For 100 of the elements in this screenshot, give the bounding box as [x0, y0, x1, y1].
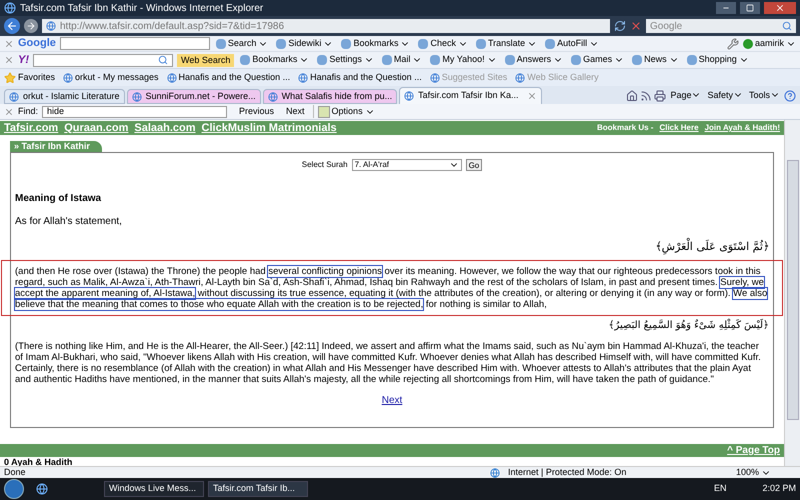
toolbar-button[interactable]: Bookmarks [238, 53, 312, 67]
yahoo-logo: Y! [18, 52, 29, 68]
paragraph: (There is nothing like Him, and He is the All-Hearer, the All-Seer.) [42:11] Indeed, we assert and affirm what the Imams said, such as Nu`aym bin Hammad Al-Khuza'i, the teacher of Imam Al-Bukhari, who said, "Whoever likens Allah with His creation, will have committed Kufr. Whoever denies what Allah has described Himself with, will have committed Kufr. Certainly, there is no resemblance (of Allah with the creation) in what Allah and His Messenger have described Him with. Whoever attests to Allah's attributes that the plain Ayat and authentic Hadiths have mentioned, in the manner that suits Allah's majesty, all the while rejecting all shortcomings from Him, will have taken the path of guidance." [15, 340, 762, 384]
toolbar-button[interactable]: AutoFill [543, 36, 602, 50]
toolbar-button[interactable]: Check [416, 36, 470, 50]
globe-icon [404, 91, 414, 101]
feed-icon[interactable] [640, 90, 652, 102]
close-button[interactable] [764, 2, 796, 14]
close-icon [775, 3, 785, 13]
browser-tab[interactable]: Tafsir.com Tafsir Ibn Ka... [399, 87, 542, 104]
toolbar-icon [632, 55, 642, 65]
search-icon [158, 55, 168, 65]
google-logo: Google [18, 36, 56, 52]
browser-tab[interactable]: SunniForum.net - Powere... [126, 89, 261, 104]
refresh-icon[interactable] [614, 20, 626, 32]
favorite-link[interactable]: Hanafis and the Question ... [166, 70, 290, 84]
toolbar-button[interactable]: Games [569, 53, 626, 67]
toolbar-button[interactable]: Mail [380, 53, 424, 67]
globe-icon [46, 21, 56, 31]
maximize-button[interactable] [740, 2, 760, 14]
select-label: Select Surah [302, 159, 348, 171]
close-icon[interactable] [4, 106, 14, 116]
globe-icon [515, 72, 526, 82]
stop-icon[interactable] [630, 20, 642, 32]
toolbar-button[interactable]: News [630, 53, 681, 67]
surah-select[interactable]: 7. Al-A'raf [352, 159, 462, 171]
globe-icon [63, 72, 74, 82]
toolbar-icon [382, 55, 392, 65]
browser-icon [4, 2, 16, 14]
toolbar-icon [545, 38, 556, 48]
previous-button[interactable]: Previous [231, 104, 282, 118]
yahoo-search-field[interactable] [33, 54, 173, 66]
taskbar-button[interactable]: Windows Live Mess... [104, 481, 204, 497]
favorites-button[interactable]: Favorites [4, 70, 56, 84]
home-icon[interactable] [626, 90, 638, 102]
forward-button[interactable] [24, 19, 38, 33]
globe-icon [9, 92, 19, 102]
toolbar-icon [476, 38, 486, 48]
google-search-field[interactable] [60, 37, 210, 50]
toolbar-icon [686, 55, 697, 65]
close-icon[interactable] [4, 55, 14, 65]
favorite-link[interactable]: orkut - My messages [63, 70, 159, 84]
toolbar-icon [504, 55, 515, 65]
back-button[interactable] [4, 18, 20, 34]
toolbar-icon [341, 38, 352, 48]
toolbar-button[interactable]: Sidewiki [274, 36, 336, 50]
toolbar-icon [418, 38, 428, 48]
close-icon[interactable] [4, 38, 14, 48]
toolbar-icon [216, 38, 226, 48]
star-icon [4, 72, 16, 84]
zone-text: Internet | Protected Mode: On [508, 466, 628, 479]
toolbar-button[interactable]: My Yahoo! [428, 53, 499, 67]
zoom-button[interactable]: 100% [736, 466, 796, 480]
web-search-button[interactable]: Web Search [177, 54, 234, 66]
taskbar-button[interactable]: Tafsir.com Tafsir Ib... [208, 481, 308, 497]
browser-tab[interactable]: orkut - Islamic Literature [4, 89, 125, 104]
globe-icon [298, 72, 308, 82]
toolbar-icon [430, 55, 440, 65]
globe-icon [132, 92, 142, 102]
forward-arrow-icon [26, 21, 36, 31]
maximize-icon [746, 4, 754, 12]
section-title: 0 Ayah & Hadith [3, 457, 74, 467]
toolbar-button[interactable]: Bookmarks [339, 36, 412, 50]
start-button[interactable] [4, 479, 24, 499]
browser-icon[interactable] [36, 483, 48, 495]
paragraph: (and then He rose over (Istawa) the Throne) the people had several conflicting opinions over its meaning. However, we follow the way that our righteous predecessors took in this regard, such as Malik, Al-Awza`i, Ath-Thawri, Al-Layth bin Sa`d, Ash-Shafi`i, Ahmad, Ishaq bin Rahwayh and the rest of the scholars of Islam, in past and present times. Surely, we accept the apparent meaning of, Al-Istawa, without discussing its true essence, equating it (with the attributes of the creation), or altering or denying it (in any way or form). We also believe that the meaning that comes to those who equate Allah with the creation is to be rejected, for nothing is similar to Allah, [15, 266, 768, 310]
close-icon [526, 91, 537, 101]
url-text: http://www.tafsir.com/default.asp?sid=7&tid=17986 [60, 20, 284, 34]
bookmark-text: Bookmark Us - [596, 122, 654, 134]
section-heading: Meaning of Istawa [15, 192, 102, 206]
account-button[interactable]: aamirik [742, 36, 796, 50]
clock: 2:02 PM [762, 482, 796, 496]
toolbar-icon [571, 55, 582, 65]
help-icon[interactable] [784, 90, 796, 102]
ayah-text: ﴿لَيْسَ كَمِثْلِهِ شَىْءٌ وَهُوَ السَّمِيعُ البَصِيرُ﴾ [608, 318, 769, 332]
browser-tab[interactable]: What Salafis hide from pu... [262, 89, 398, 104]
find-field[interactable]: hide [42, 106, 228, 118]
toolbar-button[interactable]: Settings [315, 53, 376, 67]
go-button[interactable]: Go [466, 159, 482, 171]
toolbar-button[interactable]: Shopping [684, 53, 751, 67]
print-icon[interactable] [654, 90, 666, 102]
minimize-button[interactable] [716, 2, 736, 14]
language-indicator: EN [714, 482, 726, 496]
command-button[interactable]: Tools [746, 88, 782, 102]
toolbar-icon [276, 38, 286, 48]
intro-text: As for Allah's statement, [15, 215, 123, 229]
toolbar-button[interactable]: Answers [502, 53, 566, 67]
favorite-link[interactable]: Hanafis and the Question ... [298, 70, 422, 84]
command-button[interactable]: Safety [705, 88, 745, 102]
globe-icon [166, 72, 177, 82]
wrench-icon[interactable] [726, 38, 739, 50]
next-link[interactable]: Next [382, 392, 402, 408]
address-field[interactable]: http://www.tafsir.com/default.asp?sid=7&tid=17986 [42, 19, 610, 33]
back-arrow-icon [6, 20, 18, 32]
toolbar-button[interactable]: Translate [474, 36, 540, 50]
toolbar-button[interactable]: Search [214, 36, 270, 50]
next-button[interactable]: Next [286, 104, 305, 118]
command-button[interactable]: Page [668, 88, 704, 102]
globe-icon [430, 72, 440, 82]
options-button[interactable]: Options [312, 104, 375, 118]
